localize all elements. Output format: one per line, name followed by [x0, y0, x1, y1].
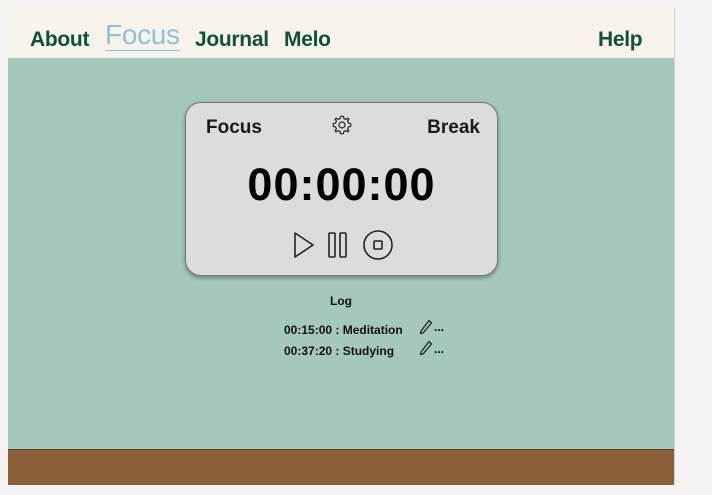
footer-bar: [8, 449, 674, 485]
gear-icon[interactable]: [331, 114, 353, 136]
log-heading: Log: [330, 294, 352, 308]
break-mode-toggle[interactable]: Break: [427, 117, 480, 139]
edit-pencil-icon[interactable]: [419, 340, 433, 356]
timer-display: 00:00:00: [247, 159, 436, 210]
log-entry-text: 00:15:00 : Meditation: [284, 323, 403, 337]
log-entry-more[interactable]: ...: [434, 320, 444, 334]
nav-melo-link[interactable]: Melo: [284, 28, 331, 52]
nav-about-link[interactable]: About: [30, 28, 89, 52]
timer-card: Focus Break 00:00:00: [185, 102, 498, 276]
nav-focus-link[interactable]: Focus: [105, 21, 180, 51]
log-entry-text: 00:37:20 : Studying: [284, 344, 395, 358]
edit-pencil-icon[interactable]: [419, 319, 433, 335]
top-navbar: About Focus Journal Melo Help: [8, 8, 674, 58]
play-icon[interactable]: [292, 230, 316, 260]
focus-mode-toggle[interactable]: Focus: [206, 117, 262, 139]
stop-icon[interactable]: [362, 229, 394, 261]
app-frame: About Focus Journal Melo Help Focus Brea…: [8, 8, 675, 485]
nav-journal-link[interactable]: Journal: [195, 28, 269, 52]
pause-icon[interactable]: [327, 230, 349, 260]
log-entry: 00:37:20 : Studying: [284, 342, 394, 360]
log-entry: 00:15:00 : Meditation: [284, 321, 403, 339]
nav-help-link[interactable]: Help: [598, 28, 643, 52]
log-entry-more[interactable]: ...: [434, 342, 444, 356]
